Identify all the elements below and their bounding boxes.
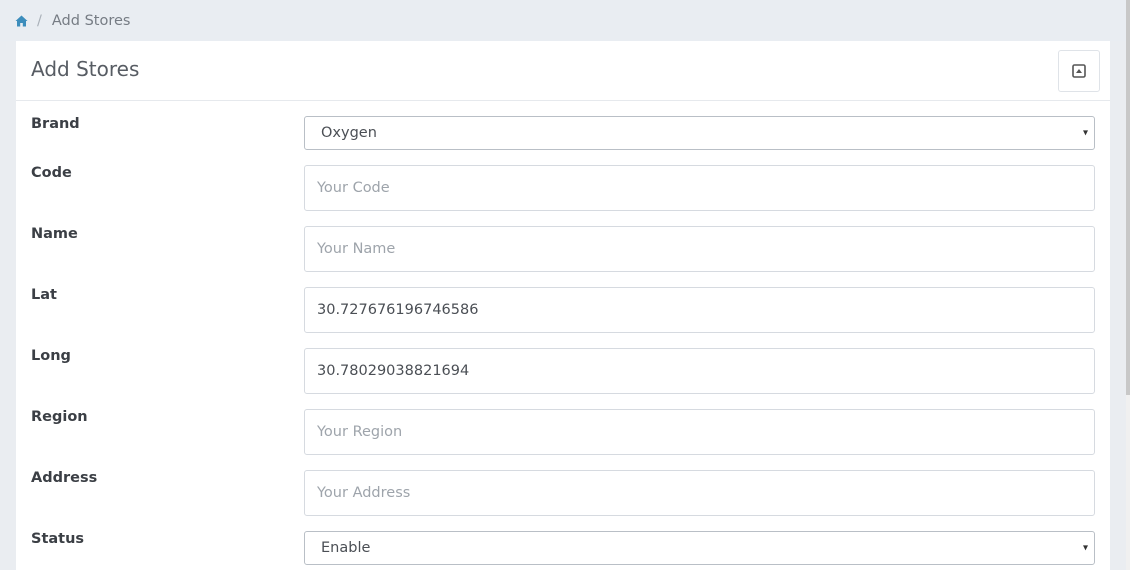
lat-input[interactable] (304, 287, 1095, 333)
region-input[interactable] (304, 409, 1095, 455)
brand-label: Brand (31, 116, 80, 132)
home-icon[interactable] (15, 15, 28, 27)
name-label: Name (31, 226, 78, 242)
lat-label: Lat (31, 287, 57, 303)
breadcrumb: / Add Stores (0, 0, 1126, 41)
add-stores-panel: Add Stores Brand Oxygen ▾ Code Name Lat … (16, 41, 1110, 570)
name-input[interactable] (304, 226, 1095, 272)
status-selected-value: Enable (321, 540, 371, 556)
chevron-down-icon: ▾ (1082, 127, 1088, 139)
brand-selected-value: Oxygen (321, 125, 377, 141)
code-input[interactable] (304, 165, 1095, 211)
panel-header: Add Stores (16, 41, 1110, 101)
collapse-button[interactable] (1058, 50, 1100, 92)
page-title: Add Stores (31, 57, 140, 81)
scrollbar-thumb[interactable] (1126, 0, 1130, 395)
collapse-up-icon (1072, 64, 1086, 78)
long-input[interactable] (304, 348, 1095, 394)
status-select[interactable]: Enable ▾ (304, 531, 1095, 565)
address-label: Address (31, 470, 98, 486)
breadcrumb-separator: / (37, 12, 42, 29)
region-label: Region (31, 409, 88, 425)
breadcrumb-current: Add Stores (51, 12, 131, 29)
chevron-down-icon: ▾ (1082, 542, 1088, 554)
long-label: Long (31, 348, 71, 364)
status-label: Status (31, 531, 85, 547)
code-label: Code (31, 165, 72, 181)
brand-select[interactable]: Oxygen ▾ (304, 116, 1095, 150)
page-scrollbar[interactable] (1126, 0, 1130, 570)
address-input[interactable] (304, 470, 1095, 516)
